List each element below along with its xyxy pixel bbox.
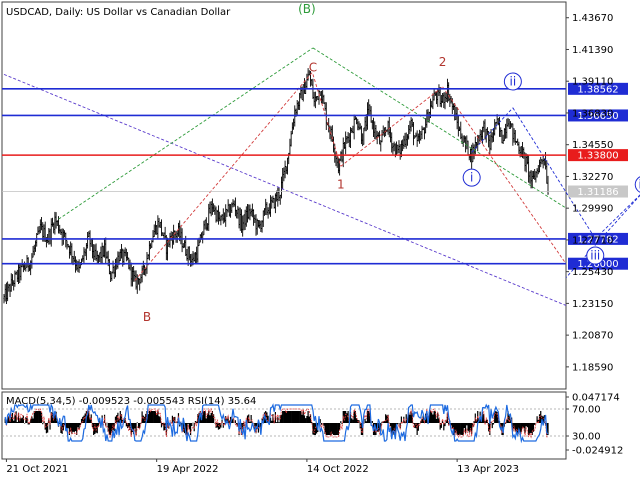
wave-label: C [309, 61, 317, 75]
wave-label: 2 [439, 55, 447, 69]
price-tick-label: 1.27710 [572, 235, 613, 246]
price-tick-label: 1.20870 [572, 331, 613, 342]
time-tick-label: 14 Oct 2022 [307, 464, 369, 475]
wave-iv-line [594, 194, 640, 239]
price-tick-label: 1.29990 [572, 204, 613, 215]
current-price-label: 1.31186 [577, 187, 618, 198]
wave-label: i [470, 171, 473, 185]
price-tick-label: 1.23150 [572, 299, 613, 310]
wave-label: ii [510, 75, 517, 89]
price-tick-label: 1.41390 [572, 45, 613, 56]
price-tick-label: 1.32270 [572, 172, 613, 183]
price-tick-label: 1.36830 [572, 108, 613, 119]
chart-window: 1.38562 1.36650 1.33800 1.27782 1.26000 1.311… [0, 0, 640, 480]
time-tick-label: 19 Apr 2022 [157, 464, 219, 475]
indicator-tick-label: 0.047174 [572, 393, 620, 404]
indicator-tick-label: 70.00 [572, 405, 601, 416]
price-tick-label: 1.39110 [572, 77, 613, 88]
price-chart: 1.385621.366501.338001.277821.260001.311… [1, 1, 640, 475]
price-tick-label: 1.18590 [572, 362, 613, 373]
time-tick-label: 21 Oct 2021 [6, 464, 68, 475]
time-tick-label: 13 Apr 2023 [457, 464, 519, 475]
wave-label: (B) [298, 2, 316, 16]
time-axis: 21 Oct 2021 19 Apr 2022 14 Oct 2022 13 Apr … [5, 459, 519, 475]
indicator-tick-label: -0.024912 [572, 446, 623, 457]
indicator-tick-label: 30.00 [572, 432, 601, 443]
wave-label: B [143, 310, 151, 324]
price-tick-label: 1.43670 [572, 13, 613, 24]
main-plot-frame [1, 1, 567, 390]
wave-label: 1 [337, 178, 345, 192]
wave-label: iii [590, 249, 600, 263]
level-price-label: 1.33800 [577, 151, 618, 162]
price-tick-label: 1.34550 [572, 140, 613, 151]
chart-title: USDCAD, Daily: US Dollar vs Canadian Dol… [6, 7, 231, 18]
price-tick-label: 1.25430 [572, 267, 613, 278]
